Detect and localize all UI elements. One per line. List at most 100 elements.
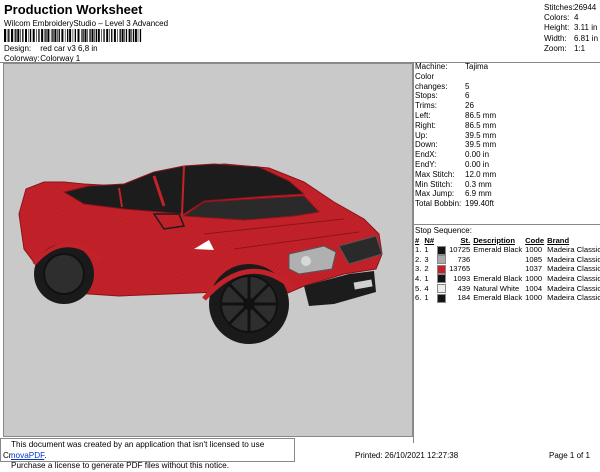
stop-num: 1. (415, 245, 422, 255)
thread-brand: Madeira Classic 40 (547, 254, 600, 264)
needle-num: 1 (424, 245, 429, 255)
thread-description: Emerald Black (473, 293, 523, 303)
stitch-count: 736 (457, 254, 471, 264)
machine-info-label: Up: (415, 130, 428, 140)
machine-info-label: EndX: (415, 150, 437, 160)
thread-code: 1000 (525, 274, 543, 284)
thread-description (472, 255, 524, 265)
thread-code: 1085 (525, 254, 543, 264)
thread-code: 1004 (525, 283, 543, 293)
software-subtitle: Wilcom EmbroideryStudio – Level 3 Advanc… (4, 19, 169, 28)
design-row: Design: red car v3 6,8 in (4, 44, 98, 53)
barcode (4, 29, 142, 42)
stop-num: 5. (415, 283, 422, 293)
design-preview (3, 63, 413, 437)
design-value: red car v3 6,8 in (40, 44, 98, 53)
color-swatch-cell (436, 293, 448, 303)
stat-label: Width: (544, 33, 567, 43)
color-swatch-cell (436, 274, 448, 284)
stitch-count: 10725 (449, 245, 471, 255)
stat-label: Zoom: (544, 43, 567, 53)
license-notice: This document was created by an applicat… (0, 438, 295, 470)
machine-info-value: Tajima (465, 62, 489, 71)
stop-sequence-table: # N# St. Description Code Brand 1. 1 10725… (414, 235, 600, 303)
stat-row: Stitches:26944 (544, 3, 598, 13)
thread-brand: Madeira Classic 40 (547, 245, 600, 255)
machine-info-label: Min Stitch: (415, 179, 453, 189)
thread-brand: Madeira Classic 40 (547, 293, 600, 303)
machine-info-value: 199.40ft (465, 199, 494, 209)
machine-info-value: 26 (465, 101, 474, 111)
stop-num: 6. (415, 293, 422, 303)
notice-punct: . (44, 450, 47, 460)
car-embroidery-image (18, 163, 383, 344)
col-header: St. (460, 235, 471, 245)
novapdf-link[interactable]: novaPDF (11, 451, 44, 460)
stat-row: Width: 6.81 in (544, 34, 598, 44)
notice-text-2: Purchase a license to generate PDF files… (11, 461, 229, 470)
thread-brand: Madeira Classic 40 (547, 283, 600, 293)
stat-label: Height: (544, 23, 570, 33)
machine-divider (414, 224, 600, 225)
stat-value: 4 (574, 13, 579, 23)
table-header-row: # N# St. Description Code Brand (414, 235, 600, 245)
col-header (436, 235, 448, 245)
stat-label: Stitches: (544, 3, 575, 12)
stat-value: 6.81 in (574, 33, 599, 43)
printed-timestamp: Printed: 26/10/2021 12:27:38 (355, 451, 459, 460)
thread-brand: Madeira Classic 40 (547, 274, 600, 284)
thread-code: 1000 (525, 245, 543, 255)
page-title: Production Worksheet (4, 2, 143, 17)
machine-info-value: 5 (465, 81, 470, 91)
machine-info-row: Left: 86.5 mm (415, 111, 496, 121)
stat-label: Colors: (544, 13, 570, 23)
machine-info-row: Trims: 26 (415, 101, 496, 111)
color-swatch (437, 283, 447, 293)
design-stats: Stitches:26944 Colors: 4 Height: 3.11 in W… (544, 3, 598, 54)
design-label: Design: (4, 44, 32, 53)
machine-info-row: Max Stitch: 12.0 mm (415, 170, 496, 180)
stitch-count: 13765 (449, 264, 471, 274)
machine-info-label: Stops: (415, 91, 438, 101)
stitch-count: 439 (457, 283, 471, 293)
machine-info-row: Stops: 6 (415, 91, 496, 101)
needle-num: 3 (424, 254, 429, 264)
stat-row: Zoom: 1:1 (544, 44, 598, 54)
machine-info-value: 0.00 in (465, 159, 490, 169)
machine-info-row: Total Bobbin: 199.40ft (415, 199, 496, 209)
stop-sequence-title: Stop Sequence: (415, 226, 472, 235)
machine-info-label: Machine: (415, 62, 448, 71)
table-row: 4. 1 1093 Emerald Black 1000 Madeira Classic … (414, 274, 600, 284)
machine-info-value: 0.00 in (465, 150, 490, 160)
machine-info-row: Color changes: 5 (415, 72, 496, 92)
color-swatch (437, 274, 447, 284)
machine-info-value: 86.5 mm (465, 110, 497, 120)
col-header: # (415, 235, 420, 245)
thread-description: Emerald Black (473, 274, 523, 284)
needle-num: 4 (424, 283, 429, 293)
machine-info: Machine: Tajima Color changes: 5 Stops: 6 Trim… (415, 62, 496, 209)
machine-info-value: 0.3 mm (465, 179, 492, 189)
color-swatch-cell (436, 245, 448, 255)
stat-value: 1:1 (574, 43, 586, 53)
table-row: 6.1 184Emerald Black1000 Madeira Classic 4… (414, 293, 600, 303)
machine-info-row: Max Jump: 6.9 mm (415, 189, 496, 199)
stitch-count: 184 (457, 293, 471, 303)
needle-num: 1 (424, 274, 429, 284)
stitch-count: 1093 (453, 274, 471, 284)
table-row: 5.4 439Natural White 1004 Madeira Classic 4… (414, 283, 600, 293)
col-header: Brand (547, 235, 570, 245)
table-row: 2.3 736 1085 Madeira Classic 40 (414, 255, 600, 265)
machine-info-label: Max Stitch: (415, 169, 455, 179)
needle-num: 2 (424, 264, 429, 274)
col-header: Code (525, 235, 545, 245)
col-header: N# (424, 235, 435, 245)
thread-description: Emerald Black (473, 245, 523, 255)
color-swatch (437, 264, 447, 274)
machine-info-row: Machine: Tajima (415, 62, 496, 72)
color-swatch (437, 293, 447, 303)
machine-info-row: Up: 39.5 mm (415, 131, 496, 141)
machine-info-label: Total Bobbin: (415, 199, 462, 209)
stat-row: Colors: 4 (544, 13, 598, 23)
thread-code: 1037 (525, 264, 543, 274)
